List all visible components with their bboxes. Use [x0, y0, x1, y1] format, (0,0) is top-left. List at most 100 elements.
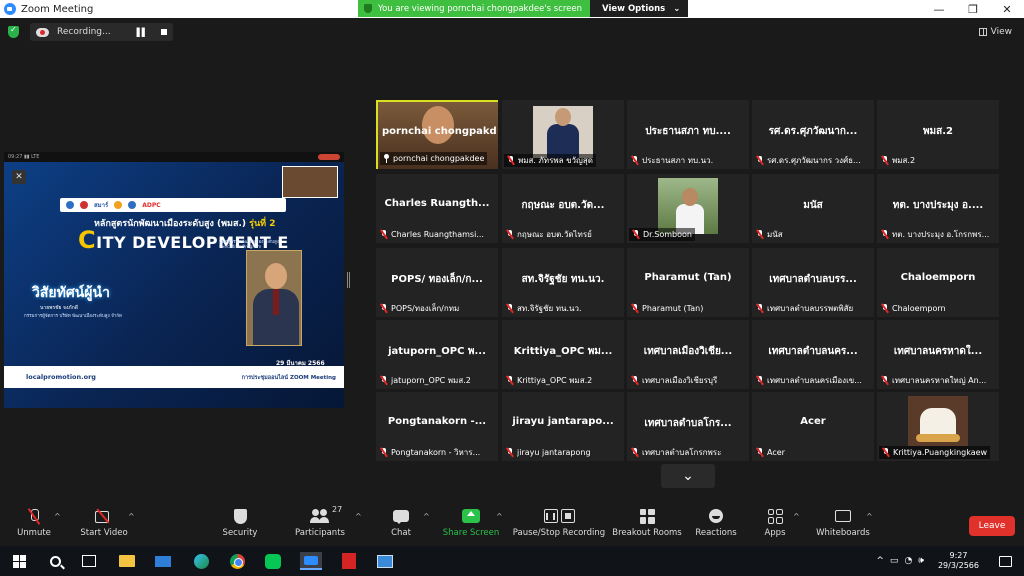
mic-muted-icon: [380, 448, 388, 457]
photos-button[interactable]: [374, 551, 396, 571]
pin-icon: [383, 154, 390, 163]
speaker-tie: [273, 289, 279, 315]
network-icon[interactable]: ◔: [904, 556, 912, 566]
view-options-button[interactable]: View Options ⌄: [590, 0, 689, 17]
participant-tile[interactable]: ประธานสภา ทบ.... ประธานสภา ทบ.นว.: [627, 100, 749, 169]
participant-tile[interactable]: Krittiya_OPC พม... Krittiya_OPC พมส.2: [502, 320, 624, 389]
participants-button[interactable]: 27 Participants: [292, 505, 348, 546]
participant-label: เทศบาลตำบลโกรกพระ: [631, 446, 721, 459]
search-button[interactable]: [44, 551, 66, 571]
audio-options-caret[interactable]: ^: [54, 512, 61, 521]
participant-label-text: Krittiya_OPC พมส.2: [517, 376, 593, 385]
show-hidden-icons[interactable]: ^: [876, 556, 884, 566]
battery-icon[interactable]: ▭: [890, 556, 899, 566]
participant-label: ทต. บางประมุง อ.โกรกพร...: [881, 228, 989, 241]
participant-tile[interactable]: เทศบาลตำบลนคร... เทศบาลตำบลนครเมืองเข...: [752, 320, 874, 389]
zoom-taskbar-button[interactable]: [300, 551, 322, 571]
participant-label: เทศบาลเมืองวิเชียรบุรี: [631, 374, 717, 387]
participant-label: รศ.ดร.ศุภวัฒนากร วงศ์ธ...: [756, 154, 861, 167]
unmute-button[interactable]: Unmute: [14, 506, 54, 546]
apps-button[interactable]: Apps: [760, 506, 790, 546]
participant-tile[interactable]: เทศบาลนครหาดใ... เทศบาลนครหาดใหญ่ An...: [877, 320, 999, 389]
participant-tile[interactable]: pornchai chongpakdee pornchai chongpakdee: [376, 100, 498, 169]
start-button[interactable]: [8, 551, 30, 571]
participant-tile[interactable]: Acer Acer: [752, 392, 874, 461]
participants-caret[interactable]: ^: [355, 512, 362, 521]
mic-muted-icon: [380, 304, 388, 313]
participant-tile[interactable]: พมส.2 พมส.2: [877, 100, 999, 169]
acrobat-button[interactable]: [338, 551, 360, 571]
mic-muted-icon: [756, 376, 764, 385]
participant-tile[interactable]: มนัส มนัส: [752, 174, 874, 243]
leave-button[interactable]: Leave: [969, 516, 1015, 536]
participant-name: ทต. บางประมุง อ....: [892, 200, 984, 211]
security-button[interactable]: Security: [218, 506, 262, 546]
notification-icon[interactable]: [999, 555, 1012, 567]
reactions-button[interactable]: Reactions: [694, 506, 738, 546]
close-icon[interactable]: ✕: [12, 170, 26, 184]
participant-tile[interactable]: เทศบาลเมืองวิเชีย... เทศบาลเมืองวิเชียรบุ…: [627, 320, 749, 389]
reactions-label: Reactions: [695, 528, 737, 538]
grid-view-icon: [978, 28, 987, 36]
participant-tile[interactable]: รศ.ดร.ศุภวัฒนาก... รศ.ดร.ศุภวัฒนากร วงศ์ธ…: [752, 100, 874, 169]
participant-video: [908, 396, 968, 446]
participant-tile[interactable]: POPS/ ทองเล็ก/ก... POPS/ทองเล็ก/กทม: [376, 248, 498, 317]
breakout-rooms-button[interactable]: Breakout Rooms: [612, 506, 682, 546]
chat-caret[interactable]: ^: [423, 512, 430, 521]
stop-icon[interactable]: [160, 29, 167, 35]
resize-handle[interactable]: [347, 272, 350, 288]
share-options-caret[interactable]: ^: [496, 512, 503, 521]
share-screen-button[interactable]: Share Screen: [443, 506, 499, 546]
apps-caret[interactable]: ^: [793, 512, 800, 521]
participant-name: สท.จิรัฐชัย ทน.นว.: [521, 274, 605, 285]
slide-footer: localpromotion.org การประชุมออนไลน์ ZOOM…: [4, 366, 344, 388]
vision-heading: วิสัยทัศน์ผู้นำ: [32, 285, 110, 301]
participant-tile[interactable]: กฤษณะ อบต.วัด... กฤษณะ อบต.วัดไทรย์: [502, 174, 624, 243]
whiteboards-caret[interactable]: ^: [866, 512, 873, 521]
pause-icon[interactable]: ▌▌: [137, 28, 148, 37]
task-view-button[interactable]: [78, 551, 100, 571]
participant-tile[interactable]: jirayu jantarapo... jirayu jantarapong: [502, 392, 624, 461]
mail-button[interactable]: [152, 551, 174, 571]
participant-tile[interactable]: ทต. บางประมุง อ.... ทต. บางประมุง อ.โกรกพ…: [877, 174, 999, 243]
participant-tile[interactable]: Krittiya.Puangkingkaew: [877, 392, 999, 461]
participant-tile[interactable]: Pongtanakorn -... Pongtanakorn - วิหาร...: [376, 392, 498, 461]
breakout-rooms-icon: [639, 508, 655, 524]
file-explorer-button[interactable]: [116, 551, 138, 571]
participant-tile[interactable]: Charles Ruangth... Charles Ruangthamsi...: [376, 174, 498, 243]
participant-name: เทศบาลตำบลโกร...: [644, 418, 732, 429]
clock[interactable]: 9:27 29/3/2566: [938, 551, 979, 571]
participant-label: Dr.Somboon: [629, 228, 695, 241]
pdf-icon: [342, 553, 356, 569]
participant-tile[interactable]: Chaloemporn Chaloemporn: [877, 248, 999, 317]
whiteboards-button[interactable]: Whiteboards: [814, 506, 872, 546]
minimize-button[interactable]: —: [922, 0, 956, 18]
participant-tile[interactable]: เทศบาลตำบลโกร... เทศบาลตำบลโกรกพระ: [627, 392, 749, 461]
shared-screen[interactable]: 09:27 ▮▮ LTE ✕ สมาร์ ADPC หลักสูตรนักพัฒ…: [4, 152, 344, 408]
participant-tile[interactable]: เทศบาลตำบลบรร... เทศบาลตำบลบรรพตพิสัย: [752, 248, 874, 317]
participant-tile[interactable]: พมส. ภัทรพล ขวัญสุด: [502, 100, 624, 169]
recording-controls-icon: [543, 509, 575, 523]
folder-icon: [119, 555, 135, 567]
chrome-button[interactable]: [226, 551, 248, 571]
chat-button[interactable]: Chat: [386, 506, 416, 546]
participant-tile[interactable]: jatuporn_OPC พ... jatuporn_OPC พมส.2: [376, 320, 498, 389]
whiteboard-icon: [835, 510, 851, 522]
start-video-button[interactable]: Start Video: [78, 506, 130, 546]
participant-tile[interactable]: สท.จิรัฐชัย ทน.นว. สท.จิรัฐชัย ทน.นว.: [502, 248, 624, 317]
volume-icon[interactable]: 🕪: [918, 556, 924, 566]
maximize-button[interactable]: ❐: [956, 0, 990, 18]
participant-label: Krittiya_OPC พมส.2: [506, 374, 592, 387]
participant-tile[interactable]: Dr.Somboon: [627, 174, 749, 243]
pause-stop-recording-button[interactable]: Pause/Stop Recording: [512, 506, 606, 546]
close-window-button[interactable]: ✕: [990, 0, 1024, 18]
participant-name: เทศบาลตำบลนคร...: [768, 346, 858, 357]
next-page-button[interactable]: ⌄: [661, 464, 715, 488]
video-options-caret[interactable]: ^: [128, 512, 135, 521]
speaker-name: นายพรชัย จงภักดี: [40, 305, 78, 311]
participant-tile[interactable]: Pharamut (Tan) Pharamut (Tan): [627, 248, 749, 317]
encryption-shield-icon[interactable]: [8, 25, 19, 38]
line-app-button[interactable]: [262, 551, 284, 571]
view-button[interactable]: View: [978, 27, 1012, 37]
edge-button[interactable]: [190, 551, 212, 571]
